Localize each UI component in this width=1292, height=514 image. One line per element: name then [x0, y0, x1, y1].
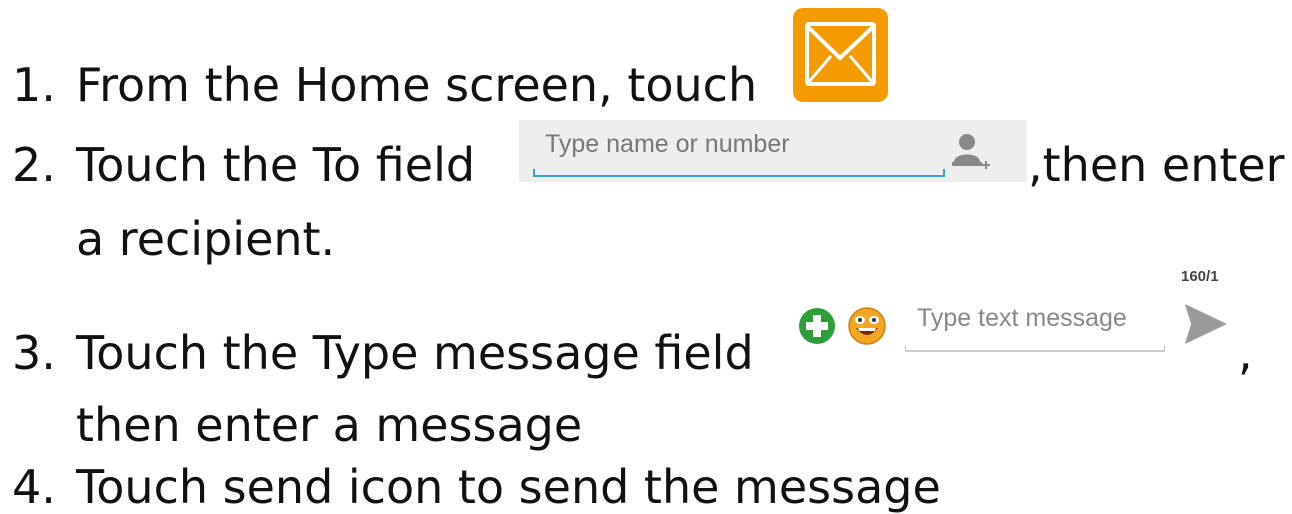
email-icon — [793, 8, 888, 102]
step-3-continuation: then enter a message — [76, 398, 583, 452]
send-icon[interactable] — [1183, 302, 1229, 346]
message-input-placeholder: Type text message — [917, 304, 1127, 332]
step-2-suffix: ,then enter — [1028, 138, 1285, 192]
step-2-continuation: a recipient. — [76, 212, 336, 266]
character-counter: 160/1 — [1181, 268, 1219, 285]
to-field-placeholder: Type name or number — [545, 130, 790, 158]
to-field[interactable]: Type name or number — [519, 120, 1027, 182]
step-1-number: 1. — [12, 58, 56, 112]
step-1-text: From the Home screen, touch — [76, 58, 758, 112]
step-3-number: 3. — [12, 326, 56, 380]
step-4-text: Touch send icon to send the message — [76, 460, 941, 514]
message-input-underline — [905, 346, 1165, 352]
step-2-text: Touch the To field — [76, 138, 476, 192]
step-3-suffix: , — [1238, 326, 1253, 380]
to-field-underline — [533, 169, 945, 177]
step-2-number: 2. — [12, 138, 56, 192]
add-contact-icon[interactable] — [952, 130, 992, 174]
message-input[interactable]: Type text message — [905, 296, 1165, 354]
emoji-icon[interactable] — [847, 306, 887, 346]
step-3-text: Touch the Type message field — [76, 326, 754, 380]
add-attachment-icon[interactable] — [797, 306, 837, 346]
step-4-number: 4. — [12, 460, 56, 514]
